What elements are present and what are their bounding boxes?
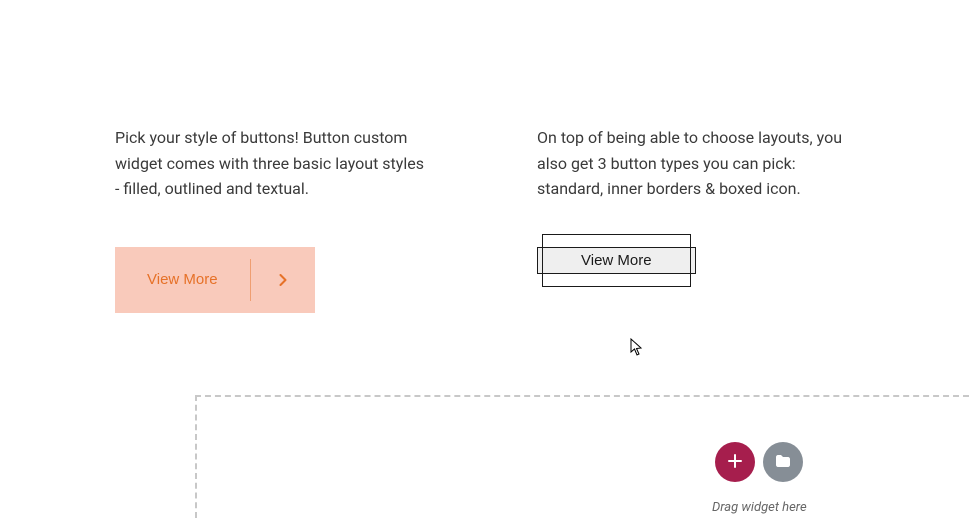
drop-zone-hint: Drag widget here — [712, 500, 807, 515]
folder-button[interactable] — [763, 442, 803, 482]
description-left: Pick your style of buttons! Button custo… — [115, 125, 432, 202]
chevron-right-icon — [251, 274, 315, 286]
add-widget-button[interactable] — [715, 442, 755, 482]
button-label: View More — [581, 252, 652, 269]
folder-icon — [775, 454, 791, 471]
plus-icon — [728, 454, 742, 471]
button-label: View More — [115, 271, 250, 288]
widget-drop-zone[interactable]: Drag widget here — [195, 395, 969, 518]
drop-zone-tools: Drag widget here — [712, 442, 807, 515]
button-divider — [250, 259, 251, 301]
button-inner-border: View More — [542, 234, 691, 287]
description-right: On top of being able to choose layouts, … — [537, 125, 854, 202]
column-left: Pick your style of buttons! Button custo… — [115, 125, 432, 313]
view-more-filled-button[interactable]: View More — [115, 247, 315, 313]
content-area: Pick your style of buttons! Button custo… — [0, 0, 969, 313]
cursor-icon — [630, 338, 644, 360]
column-right: On top of being able to choose layouts, … — [537, 125, 854, 313]
view-more-outlined-button[interactable]: View More — [537, 247, 696, 274]
tool-button-group — [712, 442, 807, 482]
